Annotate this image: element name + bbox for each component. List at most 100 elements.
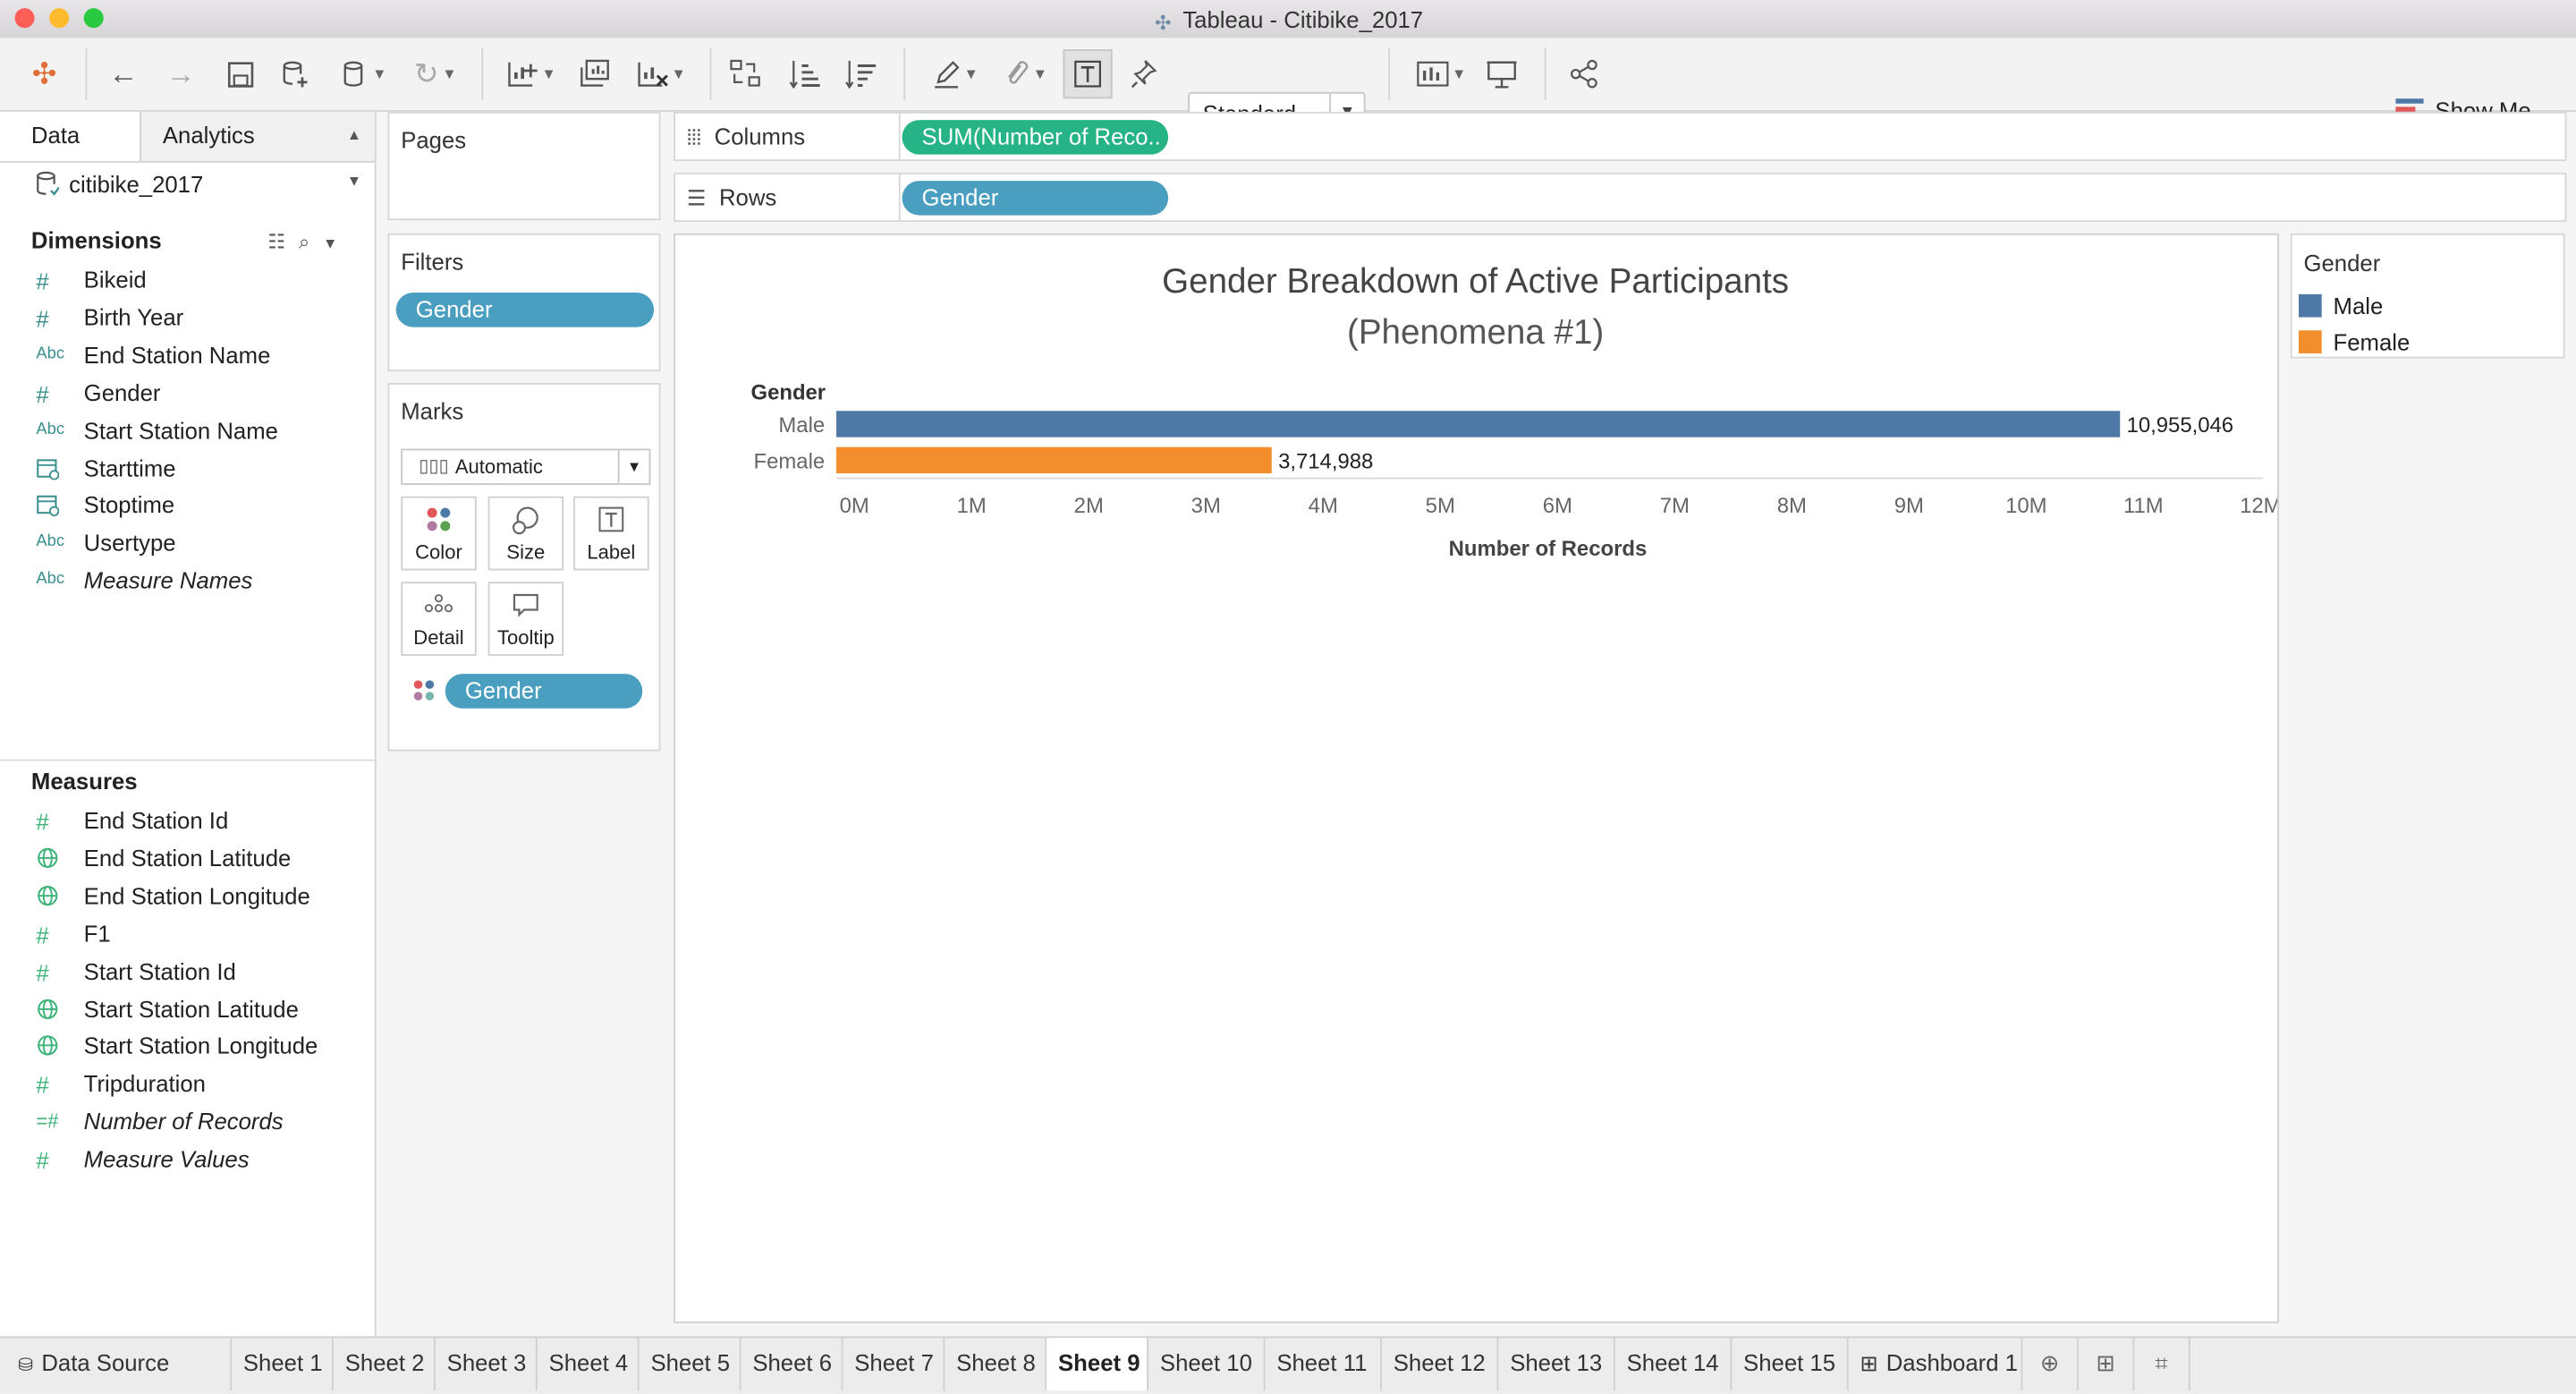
new-data-source-icon[interactable] [276, 55, 316, 94]
filter-pill-gender[interactable]: Gender [395, 292, 655, 327]
columns-shelf[interactable]: ⦙⦙⦙ Columns SUM(Number of Reco.. [674, 111, 2567, 162]
measure-field[interactable]: End Station Latitude [0, 841, 375, 877]
back-arrow-icon[interactable]: ← [104, 55, 143, 94]
field-name: Bikeid [83, 266, 147, 293]
dimension-field[interactable]: Abc Start Station Name [0, 413, 375, 449]
tab-sheet[interactable]: Sheet 9 [1046, 1338, 1149, 1391]
fix-axes-icon[interactable] [1125, 55, 1165, 94]
tab-sheet[interactable]: Sheet 7 [843, 1338, 945, 1391]
tab-sheet[interactable]: Sheet 2 [334, 1338, 436, 1391]
tab-sheet[interactable]: Sheet 11 [1265, 1338, 1382, 1391]
show-cards-icon[interactable]: ▼ [1410, 55, 1472, 94]
size-button[interactable]: Size [487, 496, 564, 571]
legend-label-male: Male [2333, 292, 2384, 319]
sort-descending-icon[interactable] [842, 55, 881, 94]
color-button-label: Color [415, 540, 462, 565]
tab-sheet[interactable]: Sheet 13 [1498, 1338, 1615, 1391]
pause-updates-icon[interactable]: ▼ [332, 55, 394, 94]
dimension-field[interactable]: Abc Usertype [0, 526, 375, 562]
data-label: 10,955,046 [2127, 413, 2234, 438]
size-circles-icon [489, 506, 562, 536]
bar-chart[interactable]: Gender Breakdown of Active Participants (… [675, 235, 2278, 1322]
tab-sheet[interactable]: Sheet 6 [741, 1338, 843, 1391]
chart-title: Gender Breakdown of Active Participants [1162, 262, 1789, 301]
show-mark-labels-icon[interactable] [1063, 49, 1113, 99]
field-name: Start Station Longitude [83, 1033, 318, 1059]
dimension-field[interactable]: # Birth Year [0, 301, 375, 336]
field-name: Number of Records [83, 1108, 284, 1135]
tab-sheet[interactable]: Sheet 8 [945, 1338, 1047, 1391]
new-worksheet-tab-button[interactable]: ⊕ [2022, 1338, 2079, 1391]
measure-field[interactable]: Start Station Longitude [0, 1030, 375, 1066]
new-worksheet-icon[interactable]: ▼ [498, 55, 564, 94]
calendar-type-icon [36, 496, 60, 522]
detail-button[interactable]: Detail [401, 582, 477, 656]
number-type-icon: # [36, 1147, 49, 1174]
marks-pill-gender[interactable]: Gender [445, 674, 643, 709]
tab-data-source[interactable]: ⛁ Data Source [0, 1338, 233, 1391]
color-legend[interactable]: Gender Male Female [2290, 233, 2565, 359]
database-icon [37, 171, 61, 196]
search-icon[interactable]: ⌕ [299, 230, 323, 253]
dimension-field[interactable]: Abc End Station Name [0, 338, 375, 374]
menu-chevron-down-icon[interactable]: ▼ [323, 235, 351, 251]
measure-field[interactable]: # Measure Values [0, 1143, 375, 1178]
tab-data[interactable]: Data [0, 111, 140, 162]
rows-shelf[interactable]: ☰ Rows Gender [674, 172, 2567, 222]
dashboard-icon: ⊞ [1860, 1351, 1878, 1376]
tab-analytics[interactable]: Analytics ▲ ▼ [140, 111, 375, 189]
tab-sheet[interactable]: Sheet 3 [436, 1338, 538, 1391]
tab-sheet[interactable]: Sheet 12 [1382, 1338, 1499, 1391]
new-dashboard-tab-button[interactable]: ⊞ [2079, 1338, 2135, 1391]
rows-pill[interactable]: Gender [902, 181, 1169, 216]
measure-field[interactable]: =# Number of Records [0, 1105, 375, 1141]
pages-card[interactable]: Pages [387, 111, 661, 221]
measure-field[interactable]: # Start Station Id [0, 955, 375, 990]
share-icon[interactable] [1564, 55, 1604, 94]
mark-type-dropdown[interactable]: ▯▯▯ Automatic ▼ [401, 448, 651, 485]
measure-field[interactable]: # End Station Id [0, 803, 375, 839]
sort-ascending-icon[interactable] [785, 55, 825, 94]
save-icon[interactable] [220, 55, 259, 94]
field-name: Start Station Id [83, 957, 236, 984]
dimension-field[interactable]: Stoptime [0, 489, 375, 524]
duplicate-sheet-icon[interactable] [575, 55, 614, 94]
presentation-mode-icon[interactable] [1482, 55, 1521, 94]
filters-card[interactable]: Filters Gender [387, 233, 661, 372]
measure-field[interactable]: # F1 [0, 916, 375, 952]
tab-sheet[interactable]: Sheet 1 [232, 1338, 334, 1391]
dimension-field[interactable]: # Bikeid [0, 263, 375, 299]
dimension-field[interactable]: Abc Measure Names [0, 564, 375, 599]
view-canvas[interactable]: Gender Breakdown of Active Participants (… [674, 233, 2279, 1323]
x-tick-label: 0M [840, 494, 869, 518]
refresh-icon[interactable]: ↻ ▼ [404, 55, 467, 94]
group-members-icon[interactable]: ▼ [993, 55, 1055, 94]
tooltip-button[interactable]: Tooltip [487, 582, 564, 656]
new-story-tab-button[interactable]: ⌗ [2134, 1338, 2190, 1391]
highlight-icon[interactable]: ▼ [923, 55, 986, 94]
tab-sheet[interactable]: Sheet 5 [640, 1338, 741, 1391]
dimension-field[interactable]: Starttime [0, 451, 375, 487]
clear-sheet-icon[interactable]: ▼ [628, 55, 693, 94]
tableau-logo-icon[interactable]: ✣ [25, 55, 64, 94]
data-source-item[interactable]: citibike_2017 [36, 171, 203, 197]
view-list-icon[interactable]: ☷ [267, 230, 298, 253]
pane-divider[interactable] [0, 759, 375, 761]
swap-rows-columns-icon[interactable] [726, 55, 766, 94]
measure-field[interactable]: # Tripduration [0, 1067, 375, 1103]
measure-field[interactable]: End Station Longitude [0, 879, 375, 914]
tab-sheet[interactable]: Sheet 10 [1148, 1338, 1266, 1391]
tab-sheet[interactable]: Sheet 14 [1615, 1338, 1733, 1391]
label-button[interactable]: Label [573, 496, 649, 571]
legend-item-male[interactable]: Male [2298, 292, 2384, 319]
tab-sheet[interactable]: Sheet 4 [538, 1338, 640, 1391]
field-name: Measure Values [83, 1145, 250, 1172]
columns-pill[interactable]: SUM(Number of Reco.. [902, 120, 1169, 155]
measure-field[interactable]: Start Station Latitude [0, 992, 375, 1028]
color-button[interactable]: Color [401, 496, 477, 571]
legend-item-female[interactable]: Female [2298, 328, 2410, 355]
dimension-field[interactable]: # Gender [0, 376, 375, 412]
tab-dashboard[interactable]: ⊞ Dashboard 1 [1849, 1338, 2023, 1391]
tab-sheet[interactable]: Sheet 15 [1732, 1338, 1849, 1391]
forward-arrow-icon[interactable]: → [161, 55, 200, 94]
